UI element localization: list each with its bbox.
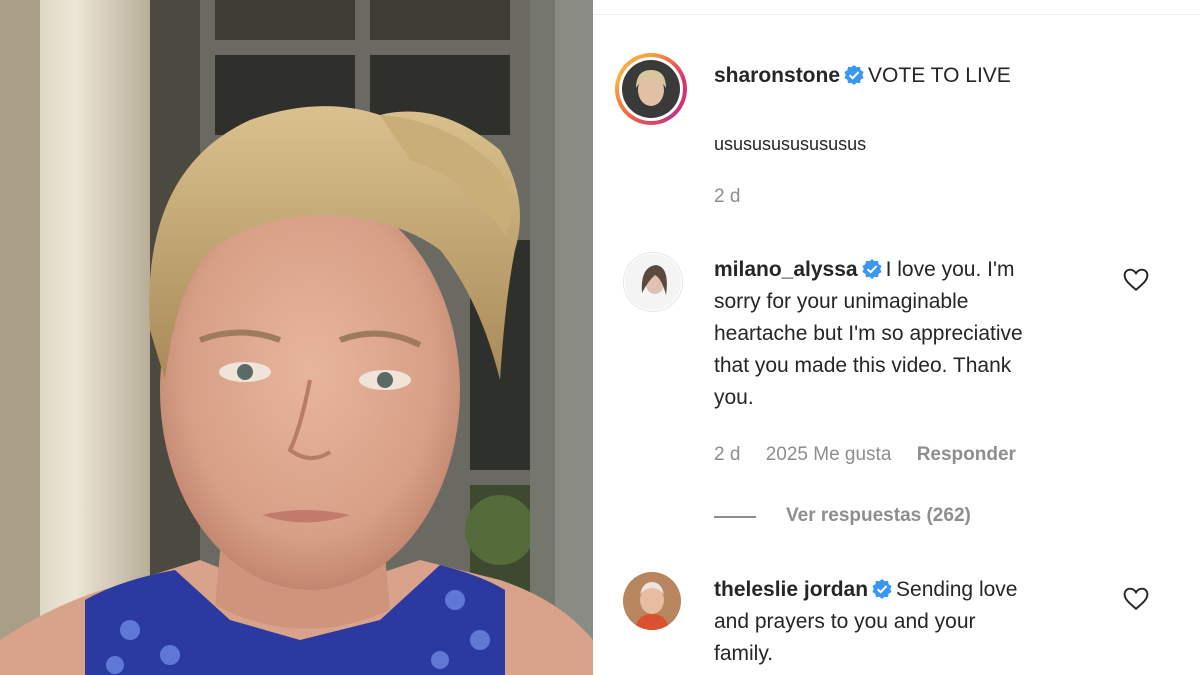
verified-badge-icon bbox=[844, 65, 864, 85]
view-replies-button[interactable]: Ver respuestas (262) bbox=[786, 505, 971, 527]
avatar-image bbox=[625, 254, 681, 310]
comment-likes[interactable]: 2025 Me gusta bbox=[766, 444, 892, 465]
avatar-image bbox=[623, 572, 681, 630]
comment-avatar[interactable] bbox=[623, 252, 683, 312]
post-timestamp: 2 d bbox=[714, 186, 741, 207]
comment-text-line: Sending love bbox=[896, 578, 1018, 601]
comment-timestamp: 2 d bbox=[714, 444, 741, 465]
comment-avatar[interactable] bbox=[623, 572, 681, 630]
post-caption-line: sharonstone VOTE TO LIVE bbox=[714, 60, 1011, 92]
post-author-avatar[interactable] bbox=[615, 53, 687, 125]
comment-text-line: I love you. I'm bbox=[885, 258, 1015, 281]
comment-username[interactable]: theleslie jordan bbox=[714, 578, 868, 601]
comment-username[interactable]: milano_alyssa bbox=[714, 258, 858, 281]
heart-outline-icon[interactable] bbox=[1123, 268, 1149, 292]
post-author-username[interactable]: sharonstone bbox=[714, 64, 840, 87]
post-video-frame bbox=[0, 0, 593, 675]
verified-badge-icon bbox=[861, 259, 882, 279]
comment-text-line: that you made this video. Thank bbox=[714, 354, 1012, 377]
post-caption: VOTE TO LIVE bbox=[868, 64, 1011, 87]
comment-text-block: theleslie jordan Sending love and prayers… bbox=[714, 574, 1154, 670]
post-body-text: usususususususus bbox=[714, 134, 867, 154]
comment-text-block: milano_alyssa I love you. I'm sorry for y… bbox=[714, 254, 1154, 414]
reply-button[interactable]: Responder bbox=[917, 444, 1016, 465]
divider bbox=[593, 14, 1200, 15]
comment-text-line: sorry for your unimaginable bbox=[714, 290, 969, 313]
heart-outline-icon[interactable] bbox=[1123, 587, 1149, 611]
post-media[interactable] bbox=[0, 0, 593, 675]
comment-text-line: and prayers to you and your bbox=[714, 610, 976, 633]
comment-text-line: heartache but I'm so appreciative bbox=[714, 322, 1023, 345]
comments-panel: sharonstone VOTE TO LIVE usususususususus… bbox=[593, 0, 1200, 675]
comment-meta: 2 d 2025 Me gusta Responder bbox=[714, 444, 1016, 466]
verified-badge-icon bbox=[872, 579, 892, 599]
comment-text-line: you. bbox=[714, 386, 754, 409]
replies-dash bbox=[714, 516, 756, 518]
comment-text-line: family. bbox=[714, 642, 774, 665]
avatar-image bbox=[622, 60, 680, 118]
